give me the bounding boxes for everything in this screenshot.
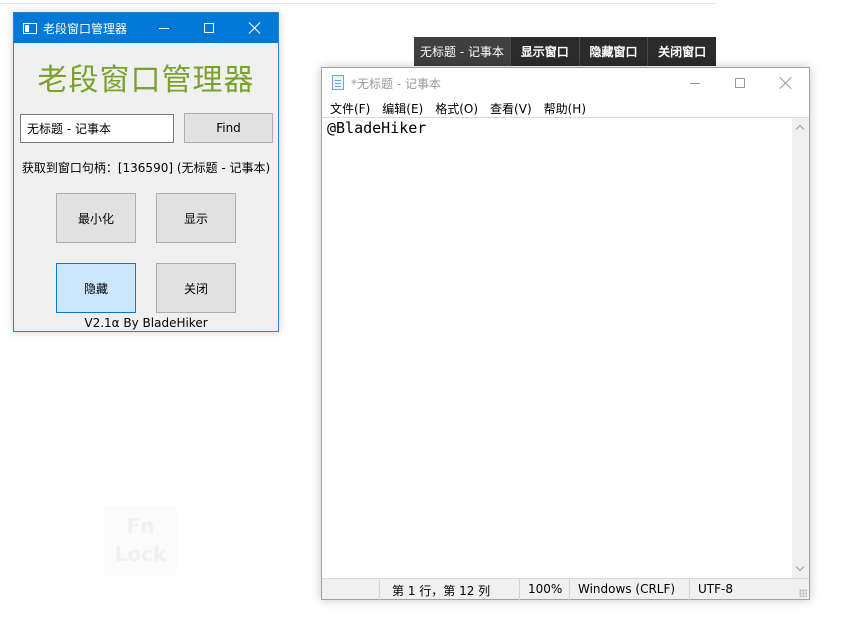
notepad-menubar: 文件(F) 编辑(E) 格式(O) 查看(V) 帮助(H): [322, 97, 809, 117]
vertical-scrollbar[interactable]: [792, 117, 809, 578]
show-window-button[interactable]: 显示: [156, 193, 236, 243]
line-ending: Windows (CRLF): [569, 579, 689, 600]
app-window-icon: [23, 23, 37, 34]
scroll-up-icon[interactable]: [795, 124, 805, 134]
window-title-input[interactable]: [20, 114, 174, 143]
manager-window: 老段窗口管理器 老段窗口管理器 Find 获取到窗口句柄：[136590] (无…: [13, 12, 279, 332]
minimize-icon: [690, 82, 700, 84]
manager-window-title: 老段窗口管理器: [43, 22, 128, 36]
manager-close-button[interactable]: [232, 13, 278, 43]
notepad-statusbar: 第 1 行，第 12 列 100% Windows (CRLF) UTF-8: [322, 578, 809, 600]
menu-help[interactable]: 帮助(H): [539, 97, 593, 117]
notepad-text-area[interactable]: @BladeHiker: [322, 117, 792, 578]
maximize-icon: [735, 78, 745, 88]
notepad-window-title: *无标题 - 记事本: [351, 77, 441, 91]
find-button[interactable]: Find: [184, 113, 273, 143]
manager-heading: 老段窗口管理器: [37, 63, 255, 98]
notepad-maximize-button[interactable]: [717, 68, 763, 98]
float-show-button[interactable]: 显示窗口: [509, 37, 579, 66]
version-footer: V2.1α By BladeHiker: [84, 316, 208, 330]
menu-edit[interactable]: 编辑(E): [377, 97, 430, 117]
manager-titlebar[interactable]: 老段窗口管理器: [14, 13, 278, 43]
close-icon: [780, 77, 792, 89]
minimize-window-button[interactable]: 最小化: [56, 193, 136, 243]
menu-file[interactable]: 文件(F): [325, 97, 377, 117]
fn-lock-overlay: Fn Lock: [104, 506, 177, 576]
float-hide-button[interactable]: 隐藏窗口: [578, 37, 648, 66]
zoom-level: 100%: [519, 579, 569, 600]
fn-lock-line1: Fn: [126, 514, 155, 538]
menu-format[interactable]: 格式(O): [430, 97, 485, 117]
notepad-close-button[interactable]: [763, 68, 809, 98]
menu-view[interactable]: 查看(V): [485, 97, 539, 117]
resize-grip-icon[interactable]: [799, 589, 807, 597]
notepad-titlebar[interactable]: *无标题 - 记事本: [322, 68, 809, 97]
fn-lock-line2: Lock: [114, 542, 167, 566]
target-window-label: 无标题 - 记事本: [414, 37, 510, 66]
float-close-button[interactable]: 关闭窗口: [647, 37, 716, 66]
notepad-window: *无标题 - 记事本 文件(F) 编辑(E) 格式(O) 查看(V) 帮助(H)…: [321, 67, 810, 600]
notepad-minimize-button[interactable]: [672, 68, 718, 98]
minimize-icon: [159, 27, 169, 29]
close-window-button[interactable]: 关闭: [156, 263, 236, 313]
floating-toolbar: 无标题 - 记事本 显示窗口 隐藏窗口 关闭窗口: [414, 37, 716, 66]
scroll-down-icon[interactable]: [795, 562, 805, 572]
handle-status-text: 获取到窗口句柄：[136590] (无标题 - 记事本): [21, 161, 271, 175]
manager-minimize-button[interactable]: [141, 13, 187, 43]
hide-window-button[interactable]: 隐藏: [56, 263, 136, 313]
encoding: UTF-8: [689, 579, 809, 600]
maximize-icon: [204, 23, 214, 33]
notepad-icon: [332, 75, 344, 90]
close-icon: [249, 22, 261, 34]
cursor-position: 第 1 行，第 12 列: [379, 579, 519, 600]
screen-divider: [0, 3, 716, 4]
manager-maximize-button[interactable]: [186, 13, 232, 43]
